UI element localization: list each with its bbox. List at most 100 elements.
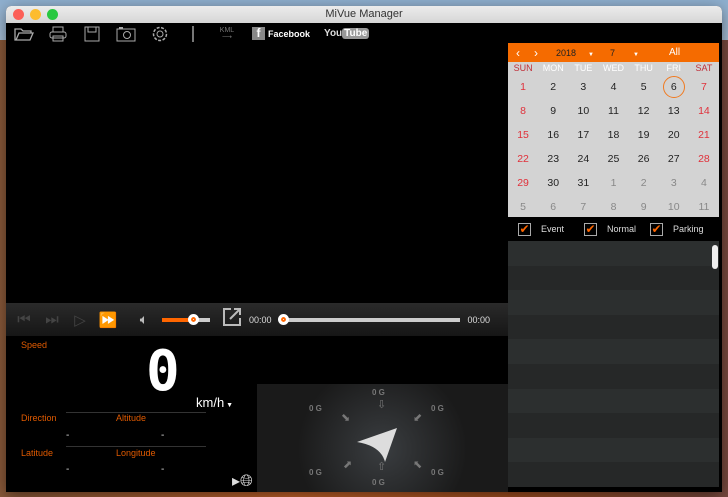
previous-icon[interactable]: ⏮ xyxy=(10,311,38,328)
calendar-day[interactable]: 10 xyxy=(568,99,598,123)
speed-value: 0 xyxy=(146,339,180,404)
video-viewport[interactable] xyxy=(6,44,508,303)
play-icon[interactable]: ▷ xyxy=(66,311,94,329)
calendar-day[interactable]: 7 xyxy=(568,195,598,219)
altitude-label: Altitude xyxy=(116,413,147,423)
list-scrollbar[interactable] xyxy=(712,245,718,269)
calendar-day[interactable]: 17 xyxy=(568,123,598,147)
calendar-day[interactable]: 4 xyxy=(598,75,628,99)
calendar-day[interactable]: 5 xyxy=(629,75,659,99)
youtube-button[interactable]: You Tube xyxy=(324,28,370,39)
filter-event[interactable]: ✔ Event xyxy=(508,222,574,236)
map-globe-icon[interactable]: ▸🌐︎ xyxy=(232,471,253,491)
calendar-day[interactable]: 28 xyxy=(689,147,719,171)
calendar-day[interactable]: 22 xyxy=(508,147,538,171)
calendar-day[interactable]: 31 xyxy=(568,171,598,195)
print-icon[interactable] xyxy=(48,25,68,43)
calendar-day[interactable]: 13 xyxy=(659,99,689,123)
calendar-day[interactable]: 29 xyxy=(508,171,538,195)
day-number: 25 xyxy=(607,153,620,165)
calendar-day[interactable]: 8 xyxy=(508,99,538,123)
year-dropdown[interactable]: 2018 ▼ xyxy=(556,48,594,58)
calendar-day[interactable]: 12 xyxy=(629,99,659,123)
weekday-sat: SAT xyxy=(695,63,713,73)
calendar-day[interactable]: 20 xyxy=(659,123,689,147)
dropdown-caret-icon: ▼ xyxy=(224,402,234,409)
next-month-icon[interactable]: › xyxy=(534,46,538,60)
calendar-day[interactable]: 1 xyxy=(508,75,538,99)
popout-icon[interactable] xyxy=(222,307,242,332)
calendar-day[interactable]: 21 xyxy=(689,123,719,147)
calendar-day[interactable]: 26 xyxy=(629,147,659,171)
prev-month-icon[interactable]: ‹ xyxy=(516,46,520,60)
calendar-day[interactable]: 6 xyxy=(659,75,689,99)
calendar-day[interactable]: 15 xyxy=(508,123,538,147)
all-button[interactable]: All xyxy=(669,47,680,58)
fast-forward-icon[interactable]: ⏩ xyxy=(94,311,122,329)
calendar-day[interactable]: 8 xyxy=(598,195,628,219)
calendar-day[interactable]: 4 xyxy=(689,171,719,195)
checkbox[interactable]: ✔ xyxy=(584,222,597,236)
checkbox[interactable]: ✔ xyxy=(650,222,663,236)
calendar-day[interactable]: 11 xyxy=(598,99,628,123)
g-bottom-left: 0 G xyxy=(309,468,322,477)
calendar-day[interactable]: 23 xyxy=(538,147,568,171)
direction-value: - xyxy=(66,430,70,441)
calendar-day[interactable]: 7 xyxy=(689,75,719,99)
calendar-day[interactable]: 16 xyxy=(538,123,568,147)
settings-gear-icon[interactable] xyxy=(150,25,170,43)
altitude-value: - xyxy=(161,430,165,441)
calendar-day[interactable]: 2 xyxy=(629,171,659,195)
weekday-tue: TUE xyxy=(574,63,593,73)
calendar-day[interactable]: 1 xyxy=(598,171,628,195)
weekday-wed: WED xyxy=(602,63,624,73)
seek-slider[interactable] xyxy=(277,313,460,325)
checkbox[interactable]: ✔ xyxy=(518,222,531,236)
calendar-day[interactable]: 24 xyxy=(568,147,598,171)
day-number: 8 xyxy=(520,105,526,117)
day-number: 4 xyxy=(610,81,617,93)
calendar-day[interactable]: 10 xyxy=(659,195,689,219)
longitude-value: - xyxy=(161,464,165,475)
calendar-day[interactable]: 19 xyxy=(629,123,659,147)
recording-list[interactable] xyxy=(508,241,719,492)
calendar-day[interactable]: 30 xyxy=(538,171,568,195)
calendar-day[interactable]: 3 xyxy=(659,171,689,195)
toolbar: KML ⟶ f Facebook You Tube xyxy=(6,23,722,44)
day-number: 4 xyxy=(700,177,707,189)
g-bottom: 0 G xyxy=(372,478,385,487)
month-dropdown[interactable]: 7 ▼ xyxy=(610,48,639,58)
filter-normal[interactable]: ✔ Normal xyxy=(574,222,640,236)
volume-slider[interactable] xyxy=(162,313,210,325)
day-number: 9 xyxy=(640,201,647,213)
minimize-button[interactable] xyxy=(30,9,41,20)
next-frame-icon[interactable]: ⏭ xyxy=(38,311,66,328)
close-button[interactable] xyxy=(13,9,24,20)
calendar-day[interactable]: 6 xyxy=(538,195,568,219)
snapshot-camera-icon[interactable] xyxy=(116,25,136,43)
day-number: 1 xyxy=(610,177,617,189)
calendar-day[interactable]: 9 xyxy=(538,99,568,123)
calendar-day[interactable]: 11 xyxy=(689,195,719,219)
speed-unit-dropdown[interactable]: km/h ▼ xyxy=(196,395,233,410)
playback-controls: ⏮ ⏭ ▷ ⏩ 🔈︎ 00:00 00:00 xyxy=(6,303,508,336)
facebook-button[interactable]: f Facebook xyxy=(252,26,310,40)
open-folder-icon[interactable] xyxy=(14,25,34,43)
kml-export-button[interactable]: KML ⟶ xyxy=(216,27,238,41)
filter-parking[interactable]: ✔ Parking xyxy=(640,222,706,236)
volume-icon[interactable]: 🔈︎ xyxy=(130,311,158,328)
day-number: 11 xyxy=(698,201,710,213)
weekday-fri: FRI xyxy=(666,63,682,73)
calendar-day[interactable]: 18 xyxy=(598,123,628,147)
calendar-day[interactable]: 5 xyxy=(508,195,538,219)
calendar-day[interactable]: 3 xyxy=(568,75,598,99)
calendar-day[interactable]: 14 xyxy=(689,99,719,123)
save-icon[interactable] xyxy=(82,25,102,43)
calendar-day[interactable]: 9 xyxy=(629,195,659,219)
calendar-day[interactable]: 2 xyxy=(538,75,568,99)
calendar-day[interactable]: 27 xyxy=(659,147,689,171)
day-number: 31 xyxy=(577,177,590,189)
calendar-day[interactable]: 25 xyxy=(598,147,628,171)
zoom-button[interactable] xyxy=(47,9,58,20)
day-number: 6 xyxy=(662,76,685,98)
